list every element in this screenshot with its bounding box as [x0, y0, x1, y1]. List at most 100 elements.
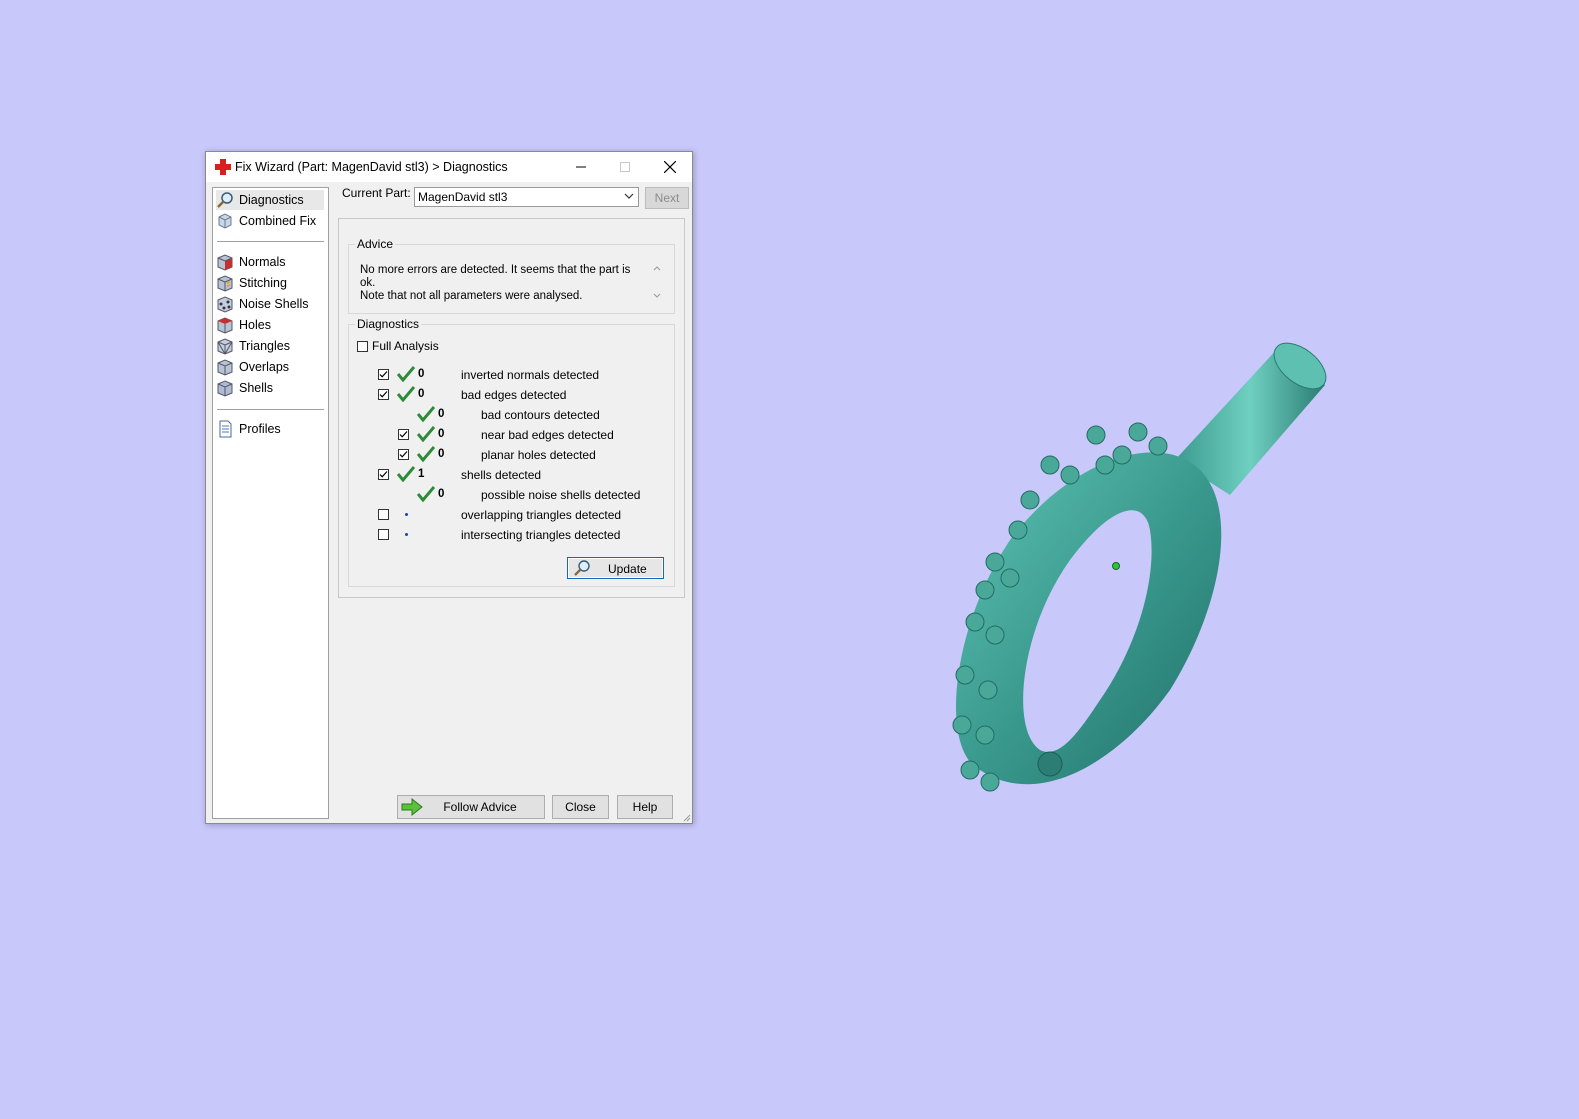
red-cross-icon — [215, 159, 231, 175]
diagnostics-panel: Advice No more errors are detected. It s… — [338, 218, 685, 598]
nav-item-label: Diagnostics — [239, 193, 304, 207]
status-ok-icon — [417, 446, 435, 462]
nav-item-noise-shells[interactable]: Noise Shells — [216, 294, 308, 314]
diagnostic-checkbox[interactable] — [398, 429, 409, 440]
noise-shells-icon — [216, 295, 234, 313]
diagnostic-count: 0 — [438, 408, 445, 420]
help-button[interactable]: Help — [617, 795, 673, 819]
diagnostics-group: Diagnostics Full Analysis 0 inverted norm… — [348, 317, 675, 587]
diagnostic-label: planar holes detected — [481, 448, 596, 462]
diagnostic-label: possible noise shells detected — [481, 488, 641, 502]
nav-item-label: Overlaps — [239, 360, 290, 374]
nav-item-label: Noise Shells — [239, 297, 309, 311]
diagnostic-label: overlapping triangles detected — [461, 508, 622, 522]
update-button[interactable]: Update — [567, 557, 664, 579]
checkmark-icon — [399, 431, 408, 438]
diagnostic-count: 0 — [438, 488, 445, 500]
nav-item-triangles[interactable]: Triangles — [216, 336, 290, 356]
current-part-label: Current Part: — [342, 186, 411, 200]
diagnostic-count: 1 — [418, 468, 425, 480]
nav-item-label: Profiles — [239, 422, 281, 436]
current-part-select[interactable]: MagenDavid stl3 — [414, 187, 639, 207]
diagnostic-checkbox[interactable] — [378, 369, 389, 380]
scroll-down-icon[interactable] — [652, 291, 662, 301]
nav-item-holes[interactable]: Holes — [216, 315, 271, 335]
nav-item-label: Combined Fix — [239, 214, 317, 228]
close-window-button[interactable] — [647, 152, 693, 182]
nav-item-label: Normals — [239, 255, 286, 269]
3d-ring-model[interactable] — [900, 330, 1360, 830]
diagnostic-count: 0 — [418, 388, 425, 400]
follow-advice-button[interactable]: Follow Advice — [397, 795, 545, 819]
diagnostic-count: 0 — [438, 428, 445, 440]
close-button[interactable]: Close — [552, 795, 609, 819]
advice-text[interactable]: No more errors are detected. It seems th… — [360, 264, 645, 303]
diagnostic-checkbox[interactable] — [378, 389, 389, 400]
status-ok-icon — [397, 386, 415, 402]
nav-item-normals[interactable]: Normals — [216, 252, 286, 272]
status-ok-icon — [417, 426, 435, 442]
nav-item-combined-fix[interactable]: Combined Fix — [216, 211, 316, 231]
full-analysis-checkbox[interactable] — [357, 340, 368, 352]
nav-item-stitching[interactable]: Stitching — [216, 273, 287, 293]
nav-item-label: Shells — [239, 381, 274, 395]
status-ok-icon — [417, 406, 435, 422]
full-analysis-option[interactable]: Full Analysis — [357, 339, 439, 353]
diagnostic-label: near bad edges detected — [481, 428, 614, 442]
checkmark-icon — [399, 451, 408, 458]
overlaps-cube-icon — [216, 358, 234, 376]
checkmark-icon — [379, 371, 388, 378]
chevron-down-icon — [624, 193, 634, 199]
minimize-button[interactable] — [558, 152, 604, 182]
diagnostic-count: 0 — [418, 368, 425, 380]
holes-cube-icon — [216, 316, 234, 334]
advice-group-label: Advice — [355, 237, 396, 251]
full-analysis-label: Full Analysis — [372, 339, 439, 353]
triangles-cube-icon — [216, 337, 234, 355]
nav-item-label: Triangles — [239, 339, 290, 353]
current-part-value: MagenDavid stl3 — [418, 190, 508, 204]
checkmark-icon — [379, 391, 388, 398]
document-icon — [216, 420, 234, 438]
nav-item-diagnostics[interactable]: Diagnostics — [216, 190, 324, 210]
diagnostic-label: bad contours detected — [481, 408, 600, 422]
nav-item-shells[interactable]: Shells — [216, 378, 273, 398]
status-pending-icon — [405, 533, 408, 536]
stitching-cube-icon — [216, 274, 234, 292]
nav-divider — [217, 241, 324, 242]
close-icon — [664, 161, 676, 173]
maximize-button — [602, 152, 648, 182]
title-bar[interactable]: Fix Wizard (Part: MagenDavid stl3) > Dia… — [206, 152, 692, 182]
shells-cube-icon — [216, 379, 234, 397]
diagnostic-count: 0 — [438, 448, 445, 460]
diagnostic-checkbox[interactable] — [398, 449, 409, 460]
diagnostic-label: bad edges detected — [461, 388, 567, 402]
scroll-up-icon[interactable] — [652, 263, 662, 273]
status-ok-icon — [417, 486, 435, 502]
magnifier-icon — [216, 191, 234, 209]
nav-divider — [217, 409, 324, 410]
checkmark-icon — [379, 471, 388, 478]
advice-line-1: No more errors are detected. It seems th… — [360, 264, 631, 289]
resize-grip-icon[interactable] — [681, 812, 691, 822]
window-title: Fix Wizard (Part: MagenDavid stl3) > Dia… — [235, 160, 508, 174]
nav-item-overlaps[interactable]: Overlaps — [216, 357, 289, 377]
diagnostics-group-label: Diagnostics — [355, 317, 422, 331]
diagnostic-checkbox[interactable] — [378, 529, 389, 540]
diagnostic-checkbox[interactable] — [378, 469, 389, 480]
normals-cube-icon — [216, 253, 234, 271]
magnifier-icon — [574, 560, 590, 576]
advice-line-2: Note that not all parameters were analys… — [360, 290, 583, 302]
diagnostic-label: shells detected — [461, 468, 542, 482]
arrow-right-icon — [401, 798, 423, 816]
maximize-icon — [620, 162, 630, 172]
nav-item-label: Holes — [239, 318, 271, 332]
wizard-nav: Diagnostics Combined Fix Normals Stitchi… — [212, 187, 329, 819]
nav-item-profiles[interactable]: Profiles — [216, 419, 281, 439]
next-button: Next — [645, 187, 689, 209]
nav-item-label: Stitching — [239, 276, 287, 290]
diagnostic-checkbox[interactable] — [378, 509, 389, 520]
status-pending-icon — [405, 513, 408, 516]
diagnostic-label: inverted normals detected — [461, 368, 600, 382]
advice-group: Advice No more errors are detected. It s… — [348, 237, 675, 314]
